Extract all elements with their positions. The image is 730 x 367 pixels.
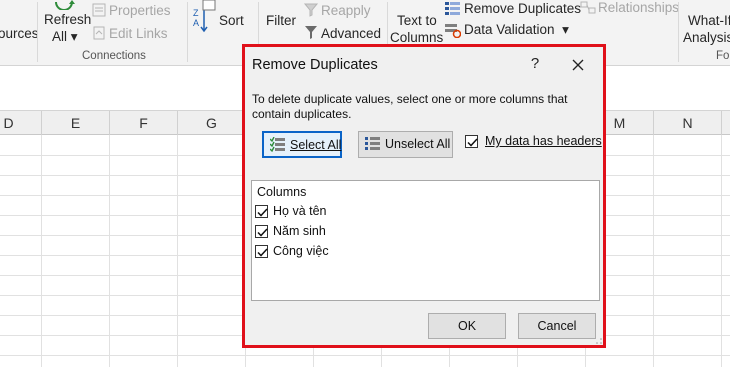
refresh-all-sub-label: All (52, 29, 68, 44)
remove-duplicates-dialog: Remove Duplicates ? To delete duplicate … (242, 44, 606, 348)
ribbon-separator (678, 2, 679, 62)
connections-group-label: Connections (82, 50, 146, 62)
column-item-ho-va-ten[interactable]: Họ và tên (254, 201, 454, 221)
close-button[interactable] (567, 54, 589, 76)
columns-list[interactable]: Columns Họ và tên Năm sinh Công việc (251, 180, 600, 301)
ok-button-label: OK (457, 319, 477, 333)
data-validation-button[interactable]: Data Validation ▾ (464, 22, 569, 38)
column-header-d[interactable]: D (0, 111, 42, 135)
column-header-n[interactable]: N (654, 111, 722, 135)
column-header-e[interactable]: E (42, 111, 110, 135)
filter-button[interactable]: Filter (266, 13, 296, 28)
checkmark-icon (257, 248, 268, 257)
remove-duplicates-icon (445, 2, 460, 15)
unselect-all-button[interactable]: Unselect All (358, 131, 453, 158)
edit-links-button[interactable]: Edit Links (109, 26, 168, 41)
relationships-button[interactable]: Relationships (598, 0, 679, 15)
cancel-button-label: Cancel (537, 319, 577, 333)
forecast-group-label: Fo (716, 50, 730, 62)
dialog-title: Remove Duplicates (252, 57, 378, 73)
properties-icon (92, 3, 106, 17)
select-all-label: Select All (290, 138, 342, 152)
ribbon-separator (37, 2, 38, 62)
reapply-button[interactable]: Reapply (321, 3, 371, 18)
column-header-g[interactable]: G (178, 111, 246, 135)
column-item-nam-sinh[interactable]: Năm sinh (254, 221, 454, 241)
select-all-icon (270, 137, 285, 153)
advanced-filter-icon (305, 26, 317, 39)
text-to-columns-button[interactable]: Text to (397, 13, 437, 28)
sort-box-icon (202, 0, 216, 11)
columns-heading: Columns (257, 185, 307, 199)
checkmark-icon (257, 208, 268, 217)
remove-duplicates-button[interactable]: Remove Duplicates (464, 1, 581, 16)
data-validation-icon (445, 24, 461, 38)
checkmark-icon (257, 228, 268, 237)
resize-grip-icon[interactable] (594, 336, 602, 344)
column-checkbox[interactable] (255, 205, 268, 218)
refresh-all-icon (55, 0, 75, 10)
text-to-columns-label-2: Columns (390, 30, 444, 45)
column-item-label: Họ và tên (273, 204, 327, 218)
refresh-all-dropdown[interactable]: All ▾ (52, 29, 78, 45)
ok-button[interactable]: OK (428, 313, 506, 339)
checkmark-icon (467, 138, 478, 147)
what-if-analysis-label-2: Analysis (683, 30, 730, 45)
properties-button[interactable]: Properties (109, 3, 171, 18)
column-item-cong-viec[interactable]: Công việc (254, 241, 454, 261)
relationships-icon (580, 1, 596, 14)
ribbon-separator (187, 2, 188, 62)
my-data-has-headers-label[interactable]: My data has headers (485, 134, 602, 148)
column-header-f[interactable]: F (110, 111, 178, 135)
unselect-all-label: Unselect All (385, 137, 451, 151)
column-checkbox[interactable] (255, 245, 268, 258)
help-button[interactable]: ? (525, 53, 545, 75)
close-icon (572, 59, 584, 71)
select-all-button[interactable]: Select All (262, 131, 342, 158)
existing-sources-button[interactable]: ources (0, 26, 39, 41)
column-checkbox[interactable] (255, 225, 268, 238)
refresh-all-button[interactable]: Refresh (44, 12, 91, 27)
reapply-icon (303, 3, 319, 17)
dialog-description: To delete duplicate values, select one o… (252, 92, 568, 121)
sort-button[interactable]: Sort (219, 13, 244, 28)
what-if-analysis-button[interactable]: What-If (688, 13, 730, 28)
column-item-label: Công việc (273, 244, 329, 258)
svg-text:Z: Z (193, 8, 199, 18)
edit-links-icon (93, 26, 105, 40)
cancel-button[interactable]: Cancel (518, 313, 596, 339)
my-data-has-headers-checkbox[interactable] (465, 135, 478, 148)
data-validation-label: Data Validation (464, 22, 555, 37)
column-item-label: Năm sinh (273, 224, 326, 238)
unselect-all-icon (365, 137, 380, 150)
advanced-button[interactable]: Advanced (321, 26, 381, 41)
svg-text:A: A (193, 18, 199, 28)
